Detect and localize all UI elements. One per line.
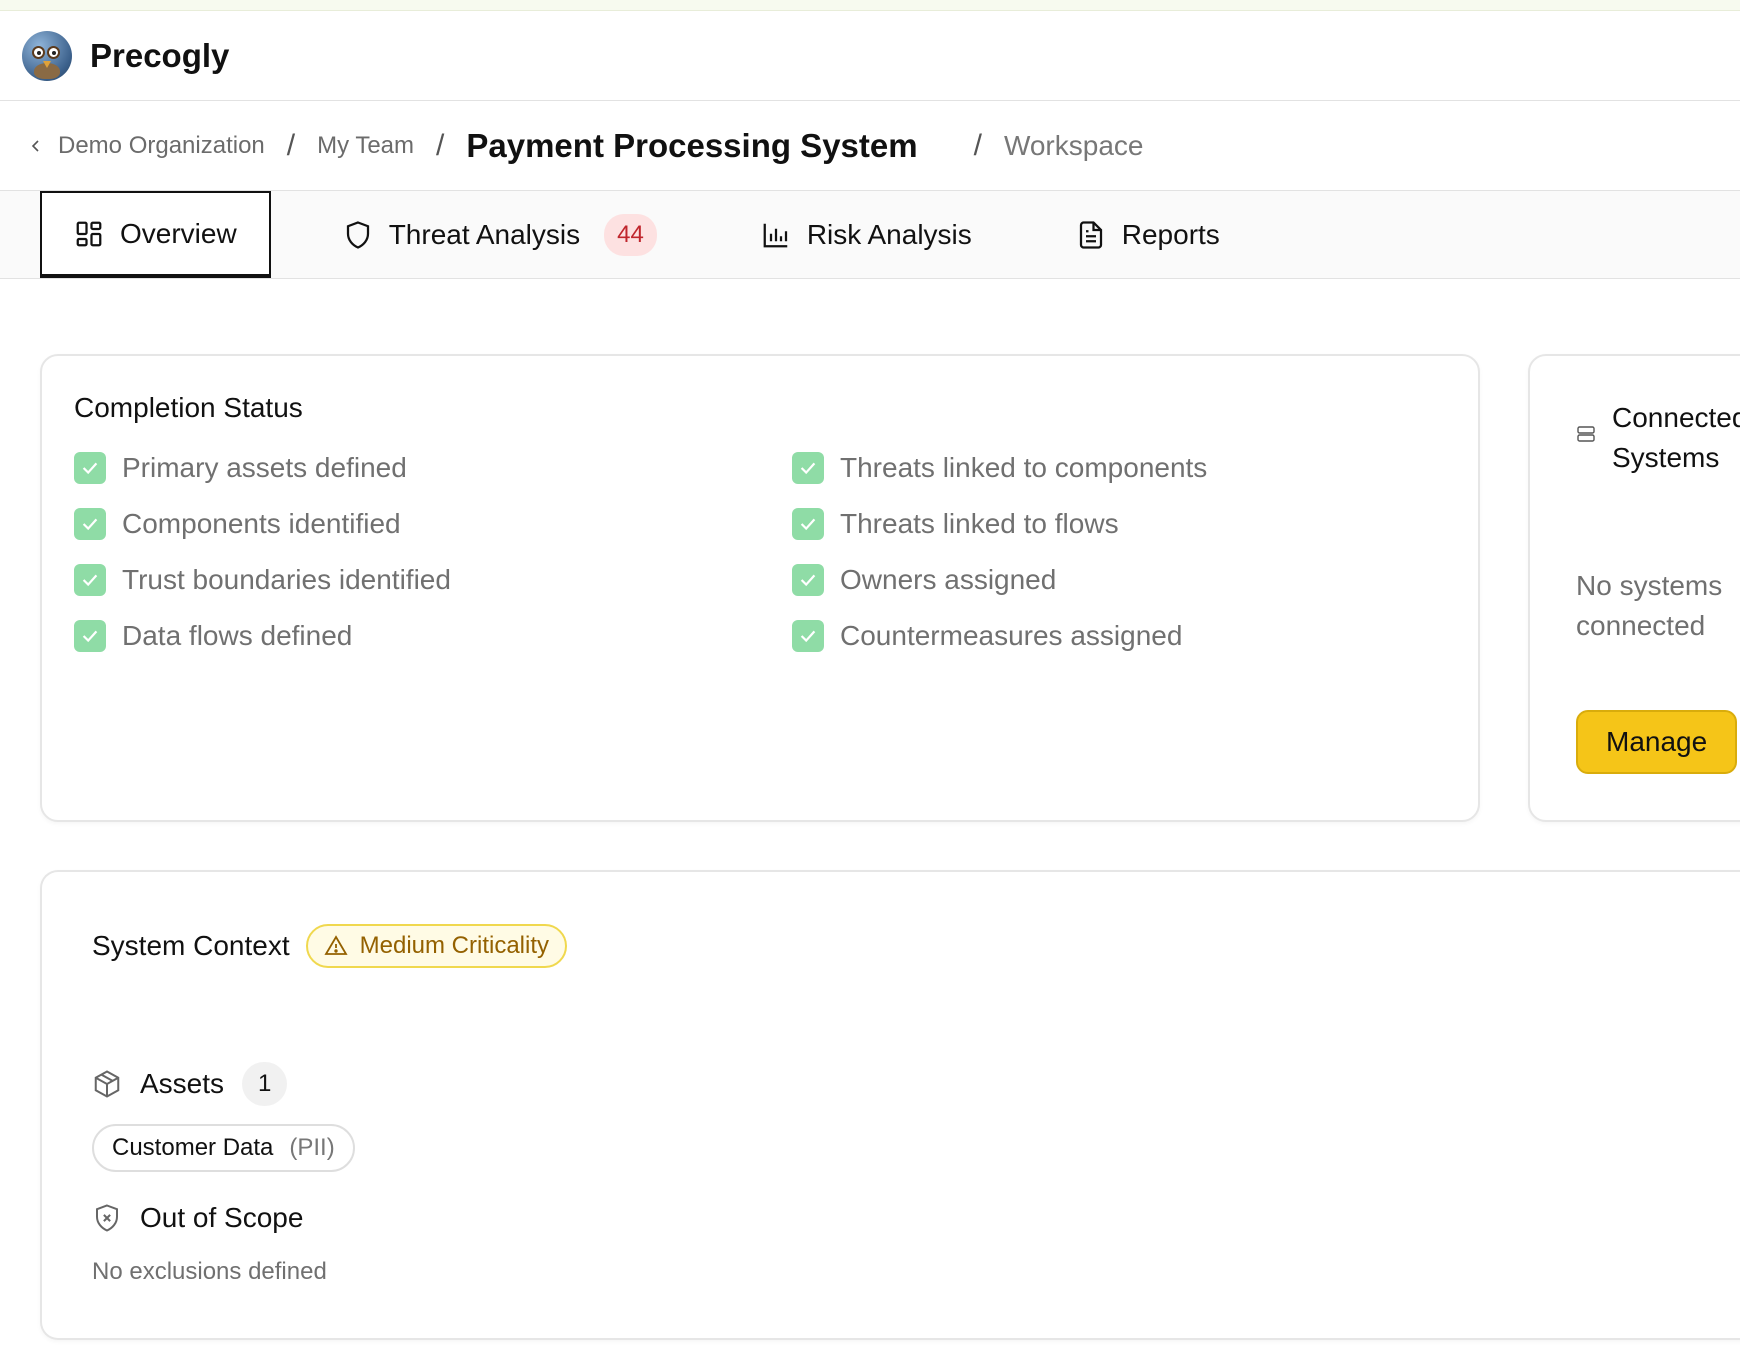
asset-name: Customer Data — [112, 1134, 274, 1161]
checklist-item: Primary assets defined — [74, 452, 792, 484]
checklist-item: Data flows defined — [74, 620, 792, 652]
criticality-label: Medium Criticality — [359, 932, 550, 959]
checklist-item: Trust boundaries identified — [74, 564, 792, 596]
checkbox-checked-icon — [792, 564, 824, 596]
tab-label: Overview — [120, 217, 237, 249]
system-context-title: System Context — [92, 930, 290, 961]
app-header: Precogly — [0, 11, 1740, 101]
app-name[interactable]: Precogly — [90, 37, 229, 75]
connected-systems-empty-text: No systems connected — [1576, 570, 1723, 641]
shield-x-icon — [96, 1204, 118, 1232]
tab-threat-analysis[interactable]: Threat Analysis 44 — [311, 191, 689, 278]
out-of-scope-empty-text: No exclusions defined — [92, 1258, 327, 1285]
assets-header: Assets 1 — [92, 1062, 1730, 1106]
checkbox-checked-icon — [792, 508, 824, 540]
checkbox-checked-icon — [792, 620, 824, 652]
breadcrumb-separator: / — [436, 128, 445, 162]
tab-label: Risk Analysis — [806, 218, 972, 250]
document-icon — [1079, 220, 1102, 249]
system-context-card: System Context Medium Criticality Assets… — [40, 870, 1740, 1340]
checklist-item: Threats linked to components — [792, 452, 1492, 484]
checklist-label: Owners assigned — [840, 564, 1057, 595]
checklist-item: Owners assigned — [792, 564, 1492, 596]
connected-systems-header: Connected Systems — [1576, 398, 1740, 478]
tab-overview[interactable]: Overview — [40, 191, 271, 278]
checkbox-checked-icon — [74, 508, 106, 540]
breadcrumb: Demo Organization / My Team / Payment Pr… — [0, 101, 1740, 191]
checklist-label: Trust boundaries identified — [122, 564, 451, 595]
completion-checklist: Primary assets defined Threats linked to… — [74, 452, 1446, 652]
breadcrumb-team-link[interactable]: My Team — [317, 132, 414, 160]
breadcrumb-org-link[interactable]: Demo Organization — [58, 132, 265, 160]
breadcrumb-separator: / — [973, 128, 982, 162]
manage-button[interactable]: Manage — [1576, 710, 1738, 774]
checkbox-checked-icon — [74, 452, 106, 484]
breadcrumb-workspace[interactable]: Workspace — [1004, 130, 1144, 162]
tab-reports[interactable]: Reports — [1044, 191, 1252, 278]
breadcrumb-separator: / — [286, 128, 296, 162]
top-border — [0, 0, 1740, 11]
connected-systems-title: Connected Systems — [1612, 402, 1740, 473]
asset-tag: (PII) — [289, 1134, 335, 1161]
checklist-item: Countermeasures assigned — [792, 620, 1492, 652]
asset-chip[interactable]: Customer Data (PII) — [92, 1124, 355, 1172]
threat-count-badge: 44 — [604, 213, 657, 256]
out-of-scope-header: Out of Scope — [92, 1202, 1730, 1234]
criticality-badge: Medium Criticality — [305, 924, 568, 968]
tab-label: Reports — [1121, 218, 1220, 250]
system-context-header: System Context Medium Criticality — [92, 924, 1730, 968]
package-icon — [94, 1070, 120, 1098]
owl-logo-icon[interactable] — [22, 30, 72, 81]
checkbox-checked-icon — [74, 564, 106, 596]
checklist-label: Countermeasures assigned — [840, 620, 1183, 651]
assets-title: Assets — [140, 1068, 225, 1099]
chevron-left-icon[interactable] — [28, 138, 44, 154]
bar-chart-icon — [763, 223, 788, 247]
checklist-label: Primary assets defined — [122, 452, 407, 483]
checklist-item: Threats linked to flows — [792, 508, 1492, 540]
shield-icon — [346, 220, 369, 249]
checklist-label: Threats linked to flows — [840, 508, 1119, 539]
checkbox-checked-icon — [74, 620, 106, 652]
warning-icon — [324, 935, 348, 955]
completion-status-card: Completion Status Primary assets defined… — [40, 354, 1480, 822]
grid-icon — [76, 221, 102, 246]
card-title: Completion Status — [74, 392, 303, 423]
out-of-scope-title: Out of Scope — [140, 1202, 304, 1233]
breadcrumb-current-system: Payment Processing System — [466, 126, 918, 164]
checklist-label: Components identified — [122, 508, 401, 539]
checklist-item: Components identified — [74, 508, 792, 540]
connected-systems-card: Connected Systems No systems connected M… — [1528, 354, 1740, 822]
assets-count-badge: 1 — [242, 1062, 288, 1106]
checklist-label: Data flows defined — [122, 620, 353, 651]
tab-risk-analysis[interactable]: Risk Analysis — [729, 191, 1004, 278]
checklist-label: Threats linked to components — [840, 452, 1208, 483]
server-icon — [1577, 426, 1595, 442]
checkbox-checked-icon — [792, 452, 824, 484]
tab-label: Threat Analysis — [388, 218, 581, 250]
tab-bar: Overview Threat Analysis 44 Risk Analysi… — [0, 191, 1740, 279]
